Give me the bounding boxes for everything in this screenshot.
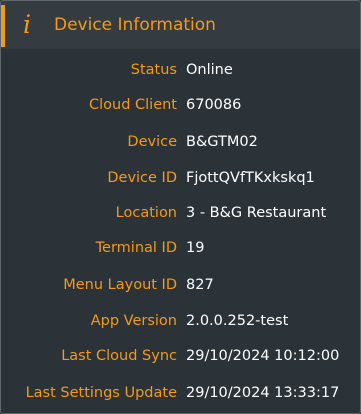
- field-label: Status: [130, 62, 177, 78]
- field-row-menu-layout-id: Menu Layout ID 827: [1, 271, 360, 299]
- field-value: B&GTM02: [186, 134, 258, 150]
- field-value: 19: [186, 240, 205, 256]
- device-information-panel: i Device Information Status Online Cloud…: [0, 0, 361, 414]
- field-label: Cloud Client: [88, 97, 177, 113]
- field-row-cloud-client: Cloud Client 670086: [1, 91, 360, 119]
- field-value: Online: [186, 62, 233, 78]
- field-value: 29/10/2024 13:33:17: [186, 385, 340, 401]
- field-row-device-id: Device ID FjottQVfTKxkskq1: [1, 164, 360, 192]
- field-label: Last Cloud Sync: [61, 348, 177, 364]
- field-label: App Version: [90, 313, 177, 329]
- field-value: 670086: [186, 97, 242, 113]
- field-label: Menu Layout ID: [63, 277, 177, 293]
- field-row-status: Status Online: [1, 56, 360, 84]
- field-row-location: Location 3 - B&G Restaurant: [1, 199, 360, 227]
- field-label: Terminal ID: [95, 240, 177, 256]
- field-value: 827: [186, 277, 214, 293]
- field-row-device: Device B&GTM02: [1, 128, 360, 156]
- info-icon: i: [23, 10, 31, 39]
- field-value: 2.0.0.252-test: [186, 313, 289, 329]
- field-row-last-settings-update: Last Settings Update 29/10/2024 13:33:17: [1, 379, 360, 407]
- field-row-app-version: App Version 2.0.0.252-test: [1, 307, 360, 335]
- field-value: 3 - B&G Restaurant: [186, 205, 327, 221]
- field-row-terminal-id: Terminal ID 19: [1, 234, 360, 262]
- field-value: FjottQVfTKxkskq1: [186, 170, 315, 186]
- panel-title: Device Information: [54, 15, 216, 35]
- field-value: 29/10/2024 10:12:00: [186, 348, 340, 364]
- field-label: Device: [127, 134, 177, 150]
- field-row-last-cloud-sync: Last Cloud Sync 29/10/2024 10:12:00: [1, 342, 360, 370]
- header-accent-bar: [1, 5, 5, 47]
- field-label: Device ID: [107, 170, 177, 186]
- field-label: Last Settings Update: [25, 385, 177, 401]
- panel-header: i Device Information: [1, 1, 360, 49]
- field-label: Location: [115, 205, 177, 221]
